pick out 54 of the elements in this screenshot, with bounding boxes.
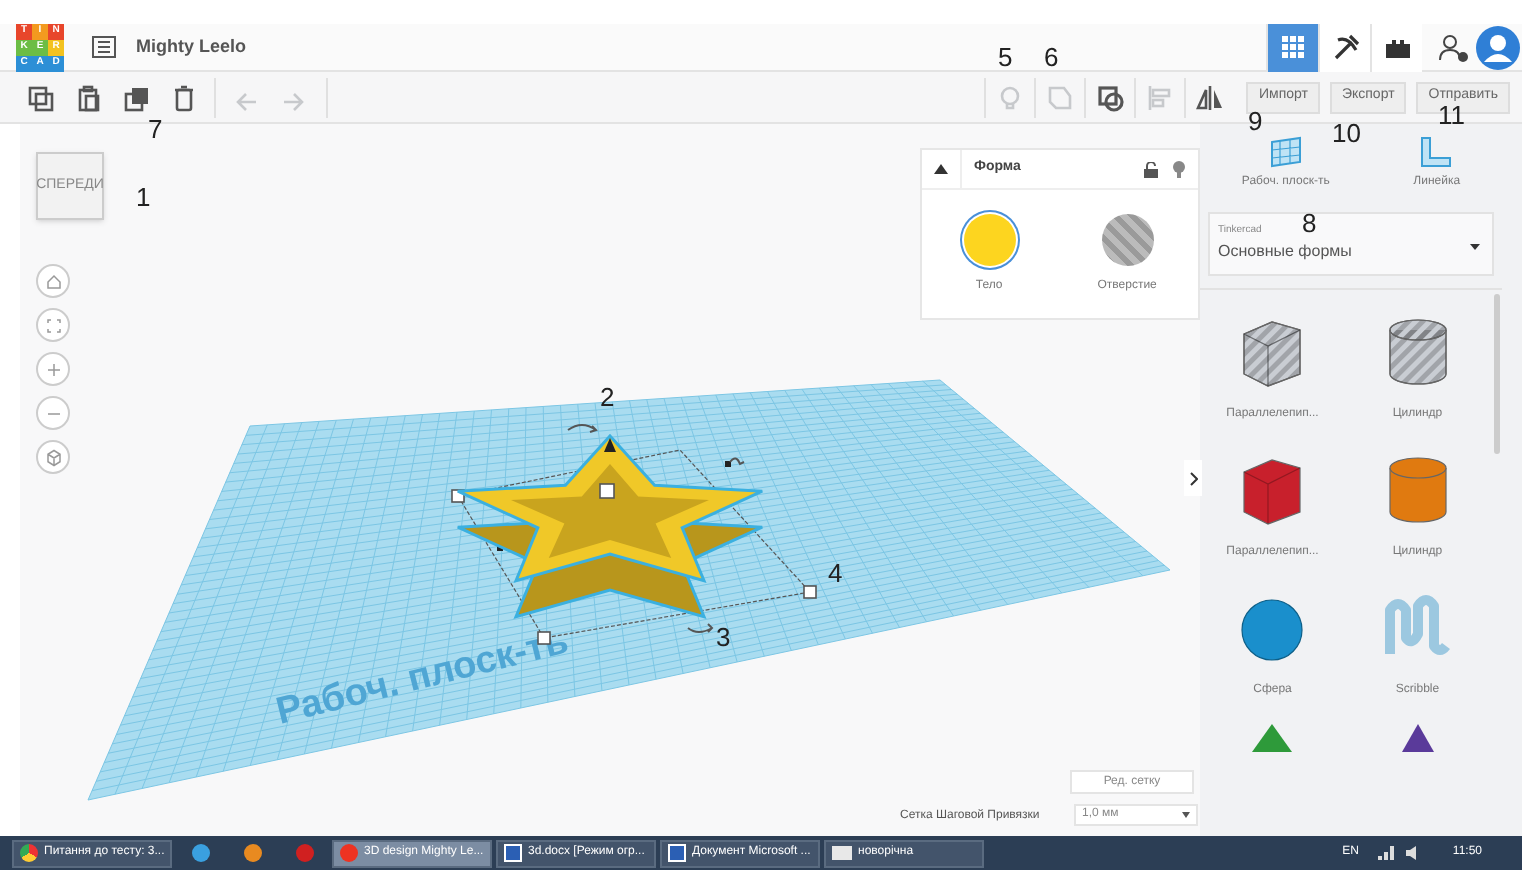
network-icon[interactable] <box>1378 846 1395 860</box>
annotation-number: 3 <box>716 624 731 650</box>
add-user-icon[interactable] <box>1438 31 1470 63</box>
cube-icon <box>41 445 65 469</box>
speaker-icon[interactable] <box>1406 846 1421 860</box>
annotation-number: 2 <box>600 384 615 410</box>
list-icon[interactable] <box>92 36 116 58</box>
annotation-number: 10 <box>1332 120 1361 146</box>
annotation-number: 6 <box>1044 44 1059 70</box>
browser-icon <box>20 844 38 862</box>
lightbulb-icon[interactable] <box>1172 160 1186 178</box>
annotation-number: 7 <box>148 116 163 142</box>
duplicate-icon <box>122 83 150 111</box>
trash-icon <box>170 83 198 111</box>
hammer-pickaxe-icon <box>1331 33 1359 61</box>
annotation-number: 5 <box>998 44 1013 70</box>
rotate-arrow-icon[interactable] <box>567 424 597 433</box>
annotation-number: 4 <box>828 560 843 586</box>
rotate-arrow-icon[interactable] <box>729 457 745 465</box>
lock-icon[interactable] <box>1144 161 1158 177</box>
view-mode-tab[interactable] <box>1318 23 1370 71</box>
scrollbar-thumb[interactable] <box>1494 294 1500 454</box>
fit-view-icon <box>41 313 65 337</box>
browser-icon <box>340 844 358 862</box>
mirror-icon <box>1196 83 1225 111</box>
height-arrow-icon[interactable] <box>604 438 616 452</box>
design-title: Mighty Leelo <box>136 33 247 60</box>
rotate-arrow-icon[interactable] <box>687 623 713 633</box>
align-icon <box>1146 83 1175 111</box>
view-mode-tab[interactable] <box>1370 23 1422 71</box>
annotation-number: 9 <box>1248 108 1263 134</box>
lightbulb-icon <box>996 83 1025 111</box>
document-icon <box>668 844 686 862</box>
perspective-button[interactable] <box>36 440 70 474</box>
triangle-up-icon <box>934 164 948 174</box>
document-icon <box>504 844 522 862</box>
home-icon <box>41 269 65 293</box>
panel-collapse-button[interactable] <box>1184 460 1202 496</box>
bricks-icon <box>1383 37 1411 57</box>
group-icon <box>1046 83 1075 111</box>
folder-icon <box>832 846 852 860</box>
chevron-right-icon <box>1189 471 1197 485</box>
ungroup-icon <box>1096 83 1125 111</box>
grid-icon <box>1281 35 1305 59</box>
avatar-icon[interactable] <box>1476 25 1520 69</box>
annotation-number: 1 <box>136 184 151 210</box>
ruler-icon <box>1420 136 1453 168</box>
caret-icon <box>1470 244 1480 250</box>
copy-icon <box>26 83 54 111</box>
caret-icon <box>1182 812 1190 818</box>
grid-plane-icon <box>1269 136 1302 168</box>
workplane-label: Рабоч. плоск-ть <box>272 620 573 734</box>
paste-icon <box>74 83 102 111</box>
annotation-number: 8 <box>1302 210 1317 236</box>
